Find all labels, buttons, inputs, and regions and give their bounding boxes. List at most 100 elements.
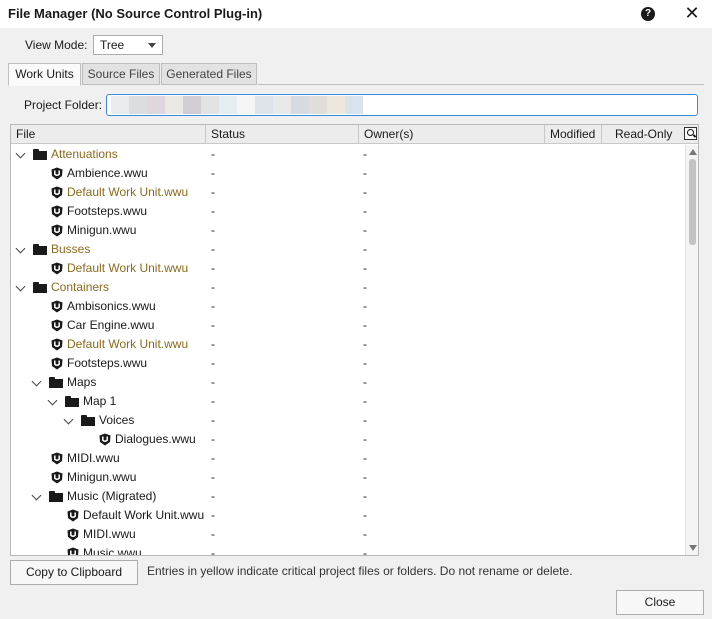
- tree-folder-row[interactable]: Maps - -: [11, 373, 685, 392]
- column-status[interactable]: Status: [206, 125, 359, 143]
- folder-icon: [49, 377, 63, 388]
- work-unit-icon: [99, 433, 111, 446]
- chevron-down-icon: [148, 43, 156, 48]
- file-name: Ambience.wwu: [67, 166, 148, 180]
- work-unit-icon: [51, 262, 63, 275]
- row-owner: -: [363, 527, 367, 541]
- row-status: -: [211, 375, 215, 389]
- scroll-down-icon[interactable]: [689, 545, 697, 551]
- tree-file-row[interactable]: Default Work Unit.wwu - -: [11, 259, 685, 278]
- search-icon[interactable]: [684, 127, 697, 140]
- chevron-down-icon[interactable]: [15, 243, 26, 254]
- column-modified[interactable]: Modified: [545, 125, 602, 143]
- tree-folder-row[interactable]: Containers - -: [11, 278, 685, 297]
- scroll-thumb[interactable]: [689, 159, 696, 245]
- file-name: Footsteps.wwu: [67, 204, 148, 218]
- row-status: -: [211, 242, 215, 256]
- view-mode-label: View Mode:: [25, 38, 88, 52]
- project-folder-label: Project Folder:: [24, 98, 103, 112]
- copy-to-clipboard-button[interactable]: Copy to Clipboard: [10, 560, 138, 585]
- vertical-scrollbar[interactable]: [685, 145, 698, 555]
- folder-name: Maps: [67, 375, 97, 389]
- row-status: -: [211, 508, 215, 522]
- tree-folder-row[interactable]: Voices - -: [11, 411, 685, 430]
- work-unit-icon: [51, 224, 63, 237]
- tree-file-row[interactable]: Default Work Unit.wwu - -: [11, 183, 685, 202]
- file-name: Default Work Unit.wwu: [67, 261, 189, 275]
- tree-folder-row[interactable]: Attenuations - -: [11, 145, 685, 164]
- row-status: -: [211, 261, 215, 275]
- chevron-down-icon[interactable]: [31, 376, 42, 387]
- window-title: File Manager (No Source Control Plug-in): [8, 6, 263, 21]
- chevron-down-icon[interactable]: [47, 395, 58, 406]
- tree-file-row[interactable]: Music.wwu - -: [11, 544, 685, 555]
- tree-file-row[interactable]: Footsteps.wwu - -: [11, 202, 685, 221]
- folder-name: Containers: [51, 280, 110, 294]
- chevron-down-icon[interactable]: [15, 281, 26, 292]
- folder-name: Map 1: [83, 394, 117, 408]
- tree-file-row[interactable]: Default Work Unit.wwu - -: [11, 335, 685, 354]
- row-owner: -: [363, 147, 367, 161]
- view-mode-select[interactable]: Tree: [93, 35, 163, 55]
- row-status: -: [211, 204, 215, 218]
- folder-icon: [33, 282, 47, 293]
- tree-file-row[interactable]: Minigun.wwu - -: [11, 221, 685, 240]
- column-owners[interactable]: Owner(s): [359, 125, 545, 143]
- tree-file-row[interactable]: Dialogues.wwu - -: [11, 430, 685, 449]
- row-status: -: [211, 527, 215, 541]
- row-status: -: [211, 470, 215, 484]
- row-owner: -: [363, 166, 367, 180]
- row-owner: -: [363, 508, 367, 522]
- grid-rows: Attenuations - - Ambience.wwu - - Default Work…: [11, 145, 685, 555]
- row-status: -: [211, 432, 215, 446]
- row-owner: -: [363, 470, 367, 484]
- work-unit-icon: [51, 471, 63, 484]
- tree-file-row[interactable]: MIDI.wwu - -: [11, 525, 685, 544]
- row-status: -: [211, 337, 215, 351]
- row-owner: -: [363, 394, 367, 408]
- work-unit-icon: [51, 357, 63, 370]
- tree-file-row[interactable]: Default Work Unit.wwu - -: [11, 506, 685, 525]
- folder-name: Music (Migrated): [67, 489, 157, 503]
- help-icon[interactable]: ?: [641, 7, 655, 21]
- project-folder-field[interactable]: [106, 94, 698, 116]
- row-owner: -: [363, 546, 367, 555]
- folder-icon: [65, 396, 79, 407]
- file-name: Dialogues.wwu: [115, 432, 196, 446]
- work-unit-icon: [51, 167, 63, 180]
- column-file[interactable]: File: [11, 125, 206, 143]
- tree-folder-row[interactable]: Music (Migrated) - -: [11, 487, 685, 506]
- title-bar: File Manager (No Source Control Plug-in)…: [0, 0, 712, 28]
- tree-file-row[interactable]: Car Engine.wwu - -: [11, 316, 685, 335]
- file-name: Ambisonics.wwu: [67, 299, 156, 313]
- column-read-only[interactable]: Read-Only: [602, 125, 682, 143]
- row-status: -: [211, 451, 215, 465]
- tree-file-row[interactable]: Minigun.wwu - -: [11, 468, 685, 487]
- close-button[interactable]: Close: [616, 590, 704, 615]
- file-grid: File Status Owner(s) Modified Read-Only …: [10, 124, 699, 556]
- chevron-down-icon[interactable]: [15, 148, 26, 159]
- tab-source-files[interactable]: Source Files: [82, 63, 160, 85]
- tree-file-row[interactable]: Footsteps.wwu - -: [11, 354, 685, 373]
- file-name: Minigun.wwu: [67, 470, 137, 484]
- tab-work-units[interactable]: Work Units: [8, 63, 81, 86]
- close-icon[interactable]: ✕: [683, 3, 701, 23]
- tree-folder-row[interactable]: Map 1 - -: [11, 392, 685, 411]
- tab-generated-files[interactable]: Generated Files: [161, 63, 257, 85]
- scroll-up-icon[interactable]: [689, 149, 697, 155]
- row-status: -: [211, 356, 215, 370]
- work-unit-icon: [51, 319, 63, 332]
- work-unit-icon: [51, 205, 63, 218]
- work-unit-icon: [51, 186, 63, 199]
- work-unit-icon: [51, 452, 63, 465]
- tree-folder-row[interactable]: Busses - -: [11, 240, 685, 259]
- tree-file-row[interactable]: Ambience.wwu - -: [11, 164, 685, 183]
- folder-icon: [49, 491, 63, 502]
- row-status: -: [211, 166, 215, 180]
- row-owner: -: [363, 337, 367, 351]
- chevron-down-icon[interactable]: [63, 414, 74, 425]
- tree-file-row[interactable]: Ambisonics.wwu - -: [11, 297, 685, 316]
- file-name: Footsteps.wwu: [67, 356, 148, 370]
- chevron-down-icon[interactable]: [31, 490, 42, 501]
- tree-file-row[interactable]: MIDI.wwu - -: [11, 449, 685, 468]
